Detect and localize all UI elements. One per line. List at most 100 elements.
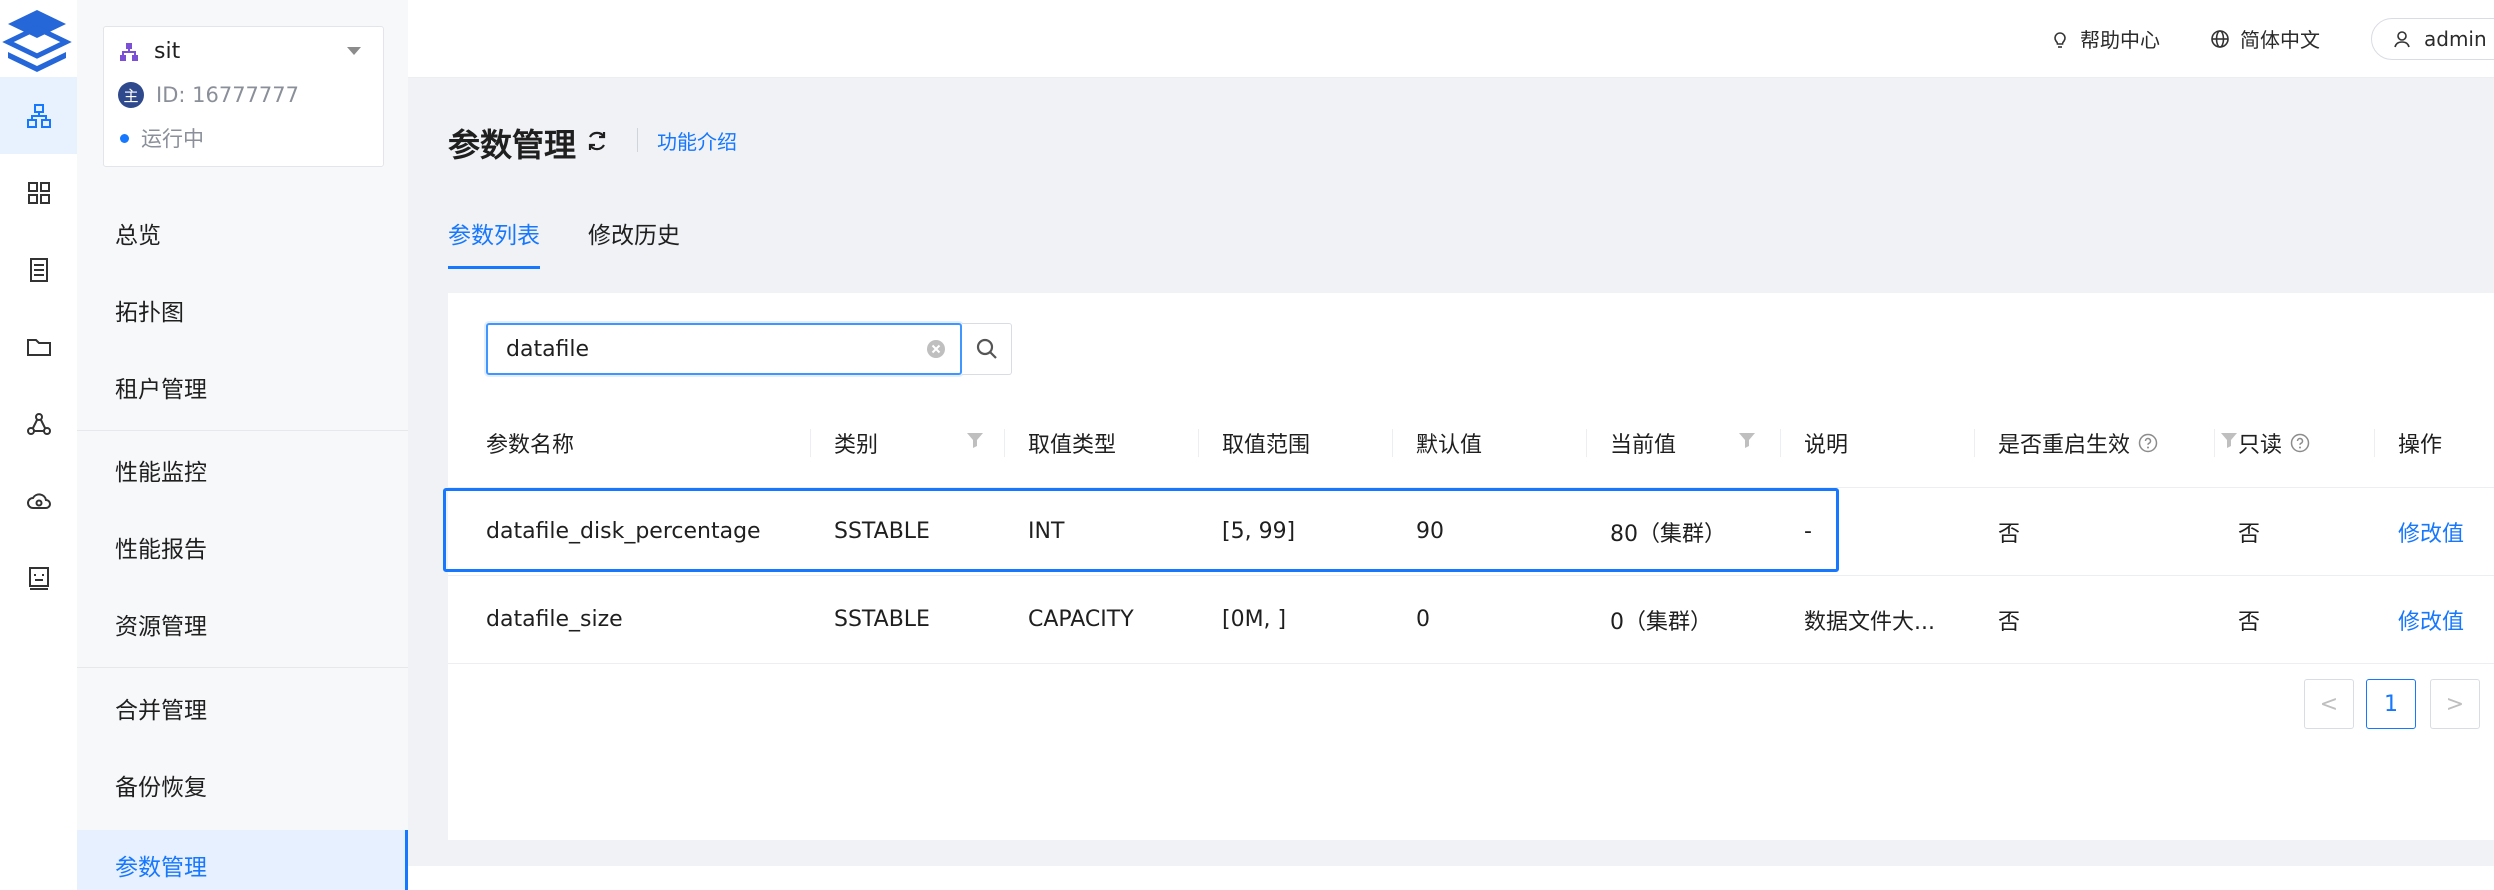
main-content: 参数管理 功能介绍 参数列表 修改历史 参数名称 类别 取值类型 [408,78,2494,866]
cell-default: 90 [1416,519,1444,544]
user-menu[interactable]: admin [2371,18,2494,60]
col-header-category: 类别 [834,433,879,458]
search-input[interactable] [504,335,908,363]
cell-name: datafile_disk_percentage [486,519,761,544]
active-tab-indicator [448,266,540,269]
sidebar-item-backup[interactable]: 备份恢复 [77,755,408,815]
sidebar: sit 主 ID: 16777777 运行中 总览 拓扑图 租户管理 性能监控 … [77,0,409,890]
rail-grid-item[interactable] [0,154,77,231]
column-divider [810,429,811,457]
cluster-name: sit [154,39,181,64]
col-header-readonly: 只读 [2238,399,2310,487]
col-header-description: 说明 [1804,433,1849,458]
next-page-button[interactable]: > [2430,679,2480,729]
sidebar-item-tenants[interactable]: 租户管理 [77,357,408,417]
clear-icon[interactable] [926,339,946,359]
icon-rail [0,0,78,866]
cluster-card[interactable]: sit 主 ID: 16777777 运行中 [103,26,384,167]
cell-description: 数据文件大... [1804,609,1935,635]
column-divider [1004,429,1005,457]
help-center-link[interactable]: 帮助中心 [2050,0,2160,77]
cluster-status: 运行中 [141,127,204,151]
cell-current: 80（集群） [1610,521,1726,547]
rail-topology-item[interactable] [0,77,77,154]
col-header-name: 参数名称 [486,433,575,458]
question-circle-icon[interactable] [2290,433,2310,453]
cluster-id: ID: 16777777 [156,83,300,107]
cell-default: 0 [1416,607,1430,632]
help-center-label: 帮助中心 [2080,28,2160,52]
column-divider [1974,429,1975,457]
cell-range: [5, 99] [1222,519,1296,544]
col-header-default: 默认值 [1416,433,1483,458]
search-button[interactable] [962,323,1012,375]
column-divider [1780,429,1781,457]
username: admin [2424,27,2487,51]
search-field[interactable] [486,323,962,375]
folder-icon [25,333,53,361]
top-header: 帮助中心 简体中文 admin [408,0,2494,78]
col-header-readonly-label: 只读 [2238,433,2283,458]
chevron-down-icon[interactable] [347,47,361,55]
prev-page-button[interactable]: < [2304,679,2354,729]
cell-readonly: 否 [2238,609,2261,635]
language-label: 简体中文 [2240,28,2320,52]
sidebar-item-resources[interactable]: 资源管理 [77,594,408,654]
modify-value-link[interactable]: 修改值 [2398,488,2464,575]
layers-logo-icon[interactable] [2,6,72,74]
primary-badge: 主 [118,82,144,108]
modify-value-link[interactable]: 修改值 [2398,576,2464,663]
rail-cloud-item[interactable] [0,462,77,539]
cell-restart: 否 [1998,609,2021,635]
filter-icon[interactable] [2220,431,2238,449]
sidebar-item-overview[interactable]: 总览 [77,203,408,263]
server-icon [25,256,53,284]
cell-restart: 否 [1998,521,2021,547]
cluster-icon [118,41,140,63]
page-button-current[interactable]: 1 [2366,679,2416,729]
page-title: 参数管理 [448,126,577,164]
cloud-icon [25,487,53,515]
cell-category: SSTABLE [834,607,930,632]
rail-robot-item[interactable] [0,539,77,616]
rail-share-item[interactable] [0,385,77,462]
rail-server-item[interactable] [0,231,77,308]
status-dot-icon [120,133,129,143]
col-header-range: 取值范围 [1222,433,1311,458]
language-switch[interactable]: 简体中文 [2210,0,2320,77]
rail-folder-item[interactable] [0,308,77,385]
column-divider [1586,429,1587,457]
nav-divider [77,667,408,668]
nav-divider [77,430,408,431]
col-header-restart-label: 是否重启生效 [1998,433,2131,458]
table-row[interactable]: datafile_size SSTABLE CAPACITY [0M, ] 0 … [448,576,2494,664]
cell-range: [0M, ] [1222,607,1287,632]
lightbulb-icon [2050,29,2080,49]
tab-parameter-list[interactable]: 参数列表 [448,216,540,250]
search-icon [975,337,999,361]
filter-icon[interactable] [966,431,984,449]
sidebar-item-parameters[interactable]: 参数管理 [77,830,408,890]
sidebar-item-merge[interactable]: 合并管理 [77,678,408,738]
tab-modify-history[interactable]: 修改历史 [588,216,680,250]
cell-value-type: CAPACITY [1028,607,1134,632]
refresh-icon[interactable] [584,128,610,154]
grid-icon [25,179,53,207]
sidebar-item-topology[interactable]: 拓扑图 [77,280,408,340]
sidebar-item-reports[interactable]: 性能报告 [77,517,408,577]
feature-intro-link[interactable]: 功能介绍 [657,126,737,155]
cell-value-type: INT [1028,519,1065,544]
column-divider [2214,429,2215,457]
column-divider [2374,429,2375,457]
sidebar-item-monitoring[interactable]: 性能监控 [77,440,408,500]
table-row[interactable]: datafile_disk_percentage SSTABLE INT [5,… [443,488,2494,576]
col-header-current: 当前值 [1610,433,1677,458]
column-divider [1392,429,1393,457]
filter-icon[interactable] [1738,431,1756,449]
column-divider [1198,429,1199,457]
globe-icon [2210,29,2240,49]
robot-icon [25,564,53,592]
question-circle-icon[interactable] [2138,433,2158,453]
col-header-restart: 是否重启生效 [1998,399,2158,487]
cell-readonly: 否 [2238,521,2261,547]
